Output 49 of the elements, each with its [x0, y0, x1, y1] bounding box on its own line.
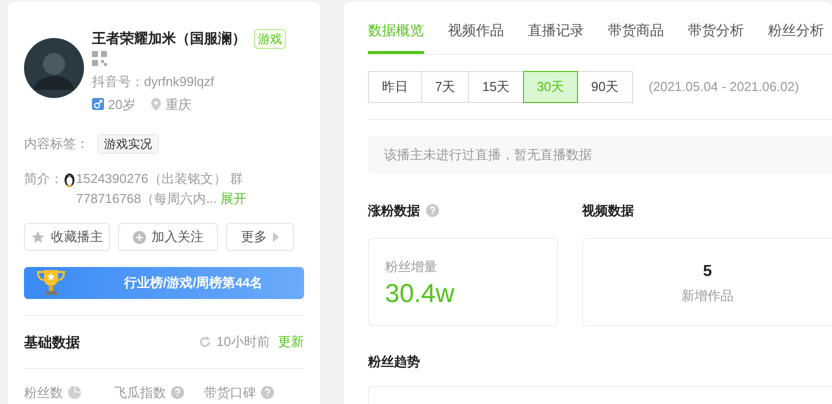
range-button[interactable]: 90天 [577, 71, 633, 103]
star-icon [31, 230, 45, 244]
section-title: 涨粉数据 [368, 202, 420, 220]
stat-label: 粉丝增量 [385, 258, 438, 276]
help-icon [171, 386, 184, 400]
help-icon [426, 204, 439, 218]
avatar-icon [24, 38, 84, 98]
qr-code-icon[interactable] [92, 51, 107, 66]
category-tag: 游戏 [254, 28, 286, 48]
range-button[interactable]: 昨日 [368, 71, 422, 103]
section-title: 粉丝趋势 [368, 353, 421, 372]
male-icon [92, 98, 104, 110]
age: 20岁 [108, 96, 136, 114]
notice-text: 该播主未进行过直播，暂无直播数据 [384, 146, 592, 164]
intro-text: 1524390276（出装铭文） 群778716768（每周六内... 展开 [76, 170, 248, 208]
tab[interactable]: 直播记录 [528, 20, 584, 54]
stat-value: 30.4w [385, 276, 456, 309]
section-title: 视频数据 [582, 202, 635, 220]
tab[interactable]: 带货商品 [608, 20, 664, 54]
follow-button[interactable]: 加入关注 [118, 223, 218, 251]
location: 重庆 [165, 96, 192, 114]
account-name: 王者荣耀加米（国服澜） [92, 29, 246, 48]
section-title: 基础数据 [24, 332, 80, 352]
tags-label: 内容标签： [24, 135, 89, 154]
update-time: 10小时前 [216, 333, 270, 352]
help-icon [261, 386, 274, 400]
more-button[interactable]: 更多 [226, 223, 294, 251]
stat-value: 5 [703, 262, 712, 282]
douyin-id: 抖音号：dyrfnk99lqzf [92, 73, 216, 91]
tab[interactable]: 粉丝分析 [768, 20, 824, 54]
metric-label: 粉丝数 [24, 384, 63, 402]
metric-label: 带货口碑 [204, 384, 256, 402]
pie-chart-icon [68, 386, 81, 400]
trophy-icon [36, 269, 66, 297]
metric-label: 飞瓜指数 [114, 384, 166, 402]
intro-label: 简介： [24, 170, 63, 188]
penguin-icon [63, 171, 76, 187]
location-pin-icon [151, 98, 162, 111]
favorite-button[interactable]: 收藏播主 [24, 223, 110, 251]
content-tag: 游戏实况 [97, 134, 159, 154]
rank-text: 行业榜/游戏/周榜第44名 [124, 274, 263, 292]
tab[interactable]: 视频作品 [448, 20, 504, 54]
date-range: (2021.05.04 - 2021.06.02) [648, 78, 799, 96]
stat-label: 新增作品 [682, 286, 734, 305]
refresh-icon[interactable] [198, 336, 211, 348]
plus-icon [132, 230, 146, 244]
range-button[interactable]: 7天 [421, 71, 470, 103]
caret-icon [273, 232, 279, 242]
tab[interactable]: 带货分析 [688, 20, 744, 54]
